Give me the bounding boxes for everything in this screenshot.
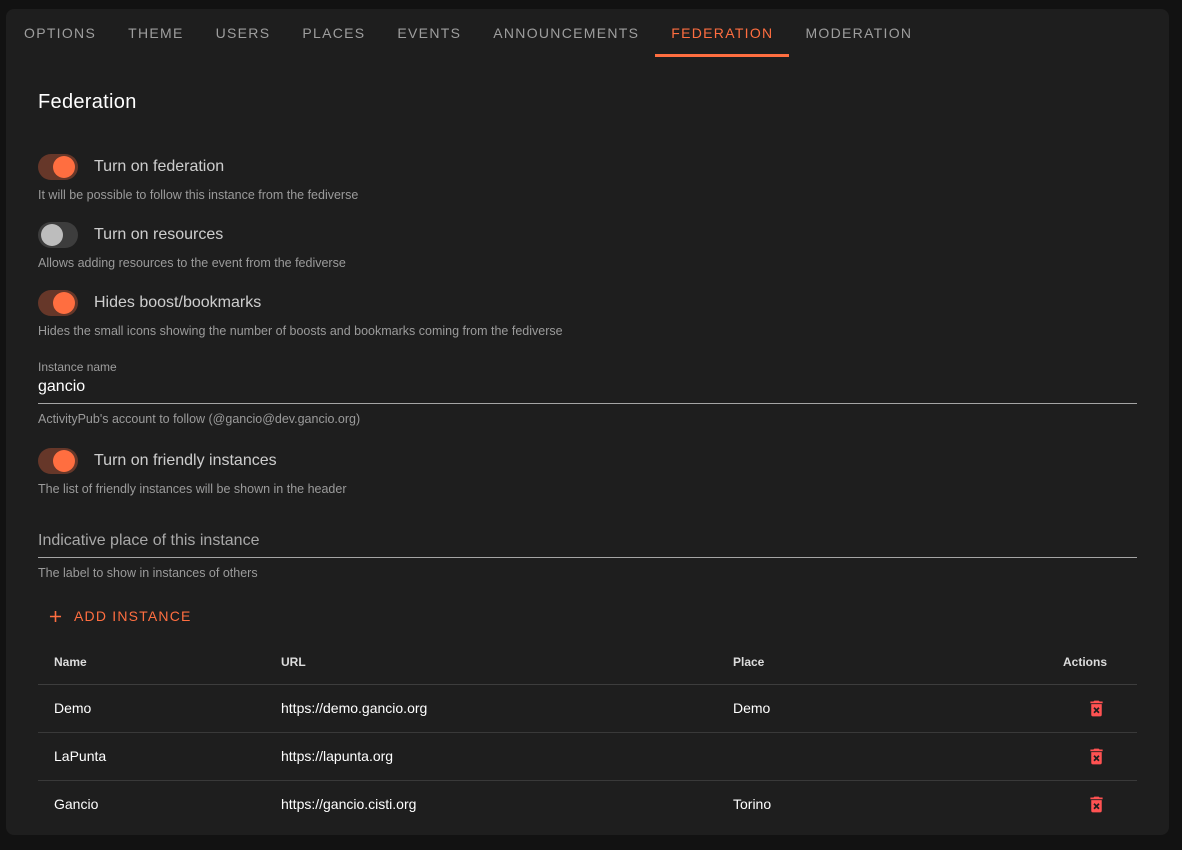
table-header-row: Name URL Place Actions [38,640,1137,684]
tab-label: THEME [128,25,184,41]
federation-settings-panel: Federation Turn on federation It will be… [6,91,1169,828]
tab-users[interactable]: USERS [200,9,287,57]
add-instance-button-label: ADD INSTANCE [74,608,192,624]
admin-panel-card: OPTIONS THEME USERS PLACES EVENTS ANNOUNCEMEN… [6,9,1169,835]
resources-switch-row: Turn on resources [38,222,1137,248]
trash-x-icon [1086,698,1107,719]
tab-label: PLACES [302,25,365,41]
instance-name-label: Instance name [38,360,1137,374]
delete-instance-button[interactable] [1082,742,1111,771]
switch-thumb [53,292,75,314]
tab-label: ANNOUNCEMENTS [493,25,639,41]
cell-instance-url: https://gancio.cisti.org [265,780,717,828]
cell-instance-url: https://demo.gancio.org [265,684,717,732]
instance-table-row: Gancio https://gancio.cisti.org Torino [38,780,1137,828]
delete-instance-button[interactable] [1082,790,1111,819]
tab-label: USERS [216,25,271,41]
header-url: URL [265,640,717,684]
tab-label: OPTIONS [24,25,96,41]
friendly-instances-toggle-hint: The list of friendly instances will be s… [38,482,1137,496]
header-actions: Actions [1017,640,1137,684]
boost-bookmarks-toggle-label: Hides boost/bookmarks [94,294,261,312]
setting-resources: Turn on resources Allows adding resource… [38,222,1137,270]
cell-instance-name: Demo [38,684,265,732]
tab-label: EVENTS [397,25,461,41]
tab-events[interactable]: EVENTS [381,9,477,57]
friendly-instances-toggle-label: Turn on friendly instances [94,452,277,470]
tab-theme[interactable]: THEME [112,9,200,57]
cell-instance-name: Gancio [38,780,265,828]
instance-place-input[interactable] [38,530,1137,558]
boost-bookmarks-toggle[interactable] [38,290,78,316]
cell-instance-place: Demo [717,684,1017,732]
instance-name-field-block: Instance name ActivityPub's account to f… [38,360,1137,426]
cell-instance-place: Torino [717,780,1017,828]
instance-name-input[interactable] [38,376,1137,404]
header-place: Place [717,640,1017,684]
setting-federation: Turn on federation It will be possible t… [38,154,1137,202]
friendly-switch-row: Turn on friendly instances [38,448,1137,474]
tab-label: MODERATION [805,25,912,41]
cell-instance-url: https://lapunta.org [265,732,717,780]
switch-thumb [53,450,75,472]
setting-friendly-instances: Turn on friendly instances The list of f… [38,448,1137,496]
admin-tab-bar: OPTIONS THEME USERS PLACES EVENTS ANNOUNCEMEN… [6,9,1169,57]
boost-bookmarks-toggle-hint: Hides the small icons showing the number… [38,324,1137,338]
cell-instance-place [717,732,1017,780]
tab-label: FEDERATION [671,25,773,41]
federation-toggle[interactable] [38,154,78,180]
friendly-instances-table: Name URL Place Actions Demo https://demo… [38,640,1137,828]
switch-thumb [53,156,75,178]
tab-federation[interactable]: FEDERATION [655,9,789,57]
cell-instance-name: LaPunta [38,732,265,780]
resources-toggle-label: Turn on resources [94,226,223,244]
trash-x-icon [1086,794,1107,815]
tab-places[interactable]: PLACES [286,9,381,57]
instance-name-hint: ActivityPub's account to follow (@gancio… [38,412,1137,426]
instance-table-row: LaPunta https://lapunta.org [38,732,1137,780]
friendly-instances-toggle[interactable] [38,448,78,474]
federation-switch-row: Turn on federation [38,154,1137,180]
setting-boost-bookmarks: Hides boost/bookmarks Hides the small ic… [38,290,1137,338]
switch-thumb [41,224,63,246]
plus-icon [46,607,65,626]
instance-table-row: Demo https://demo.gancio.org Demo [38,684,1137,732]
resources-toggle-hint: Allows adding resources to the event fro… [38,256,1137,270]
instance-place-field-block: The label to show in instances of others [38,530,1137,580]
federation-toggle-hint: It will be possible to follow this insta… [38,188,1137,202]
instance-place-hint: The label to show in instances of others [38,566,1137,580]
tab-options[interactable]: OPTIONS [8,9,112,57]
add-instance-button[interactable]: ADD INSTANCE [38,598,200,634]
trash-x-icon [1086,746,1107,767]
header-name: Name [38,640,265,684]
page-title: Federation [38,91,1137,114]
resources-toggle[interactable] [38,222,78,248]
boost-switch-row: Hides boost/bookmarks [38,290,1137,316]
tab-announcements[interactable]: ANNOUNCEMENTS [477,9,655,57]
federation-toggle-label: Turn on federation [94,158,224,176]
tab-moderation[interactable]: MODERATION [789,9,928,57]
delete-instance-button[interactable] [1082,694,1111,723]
